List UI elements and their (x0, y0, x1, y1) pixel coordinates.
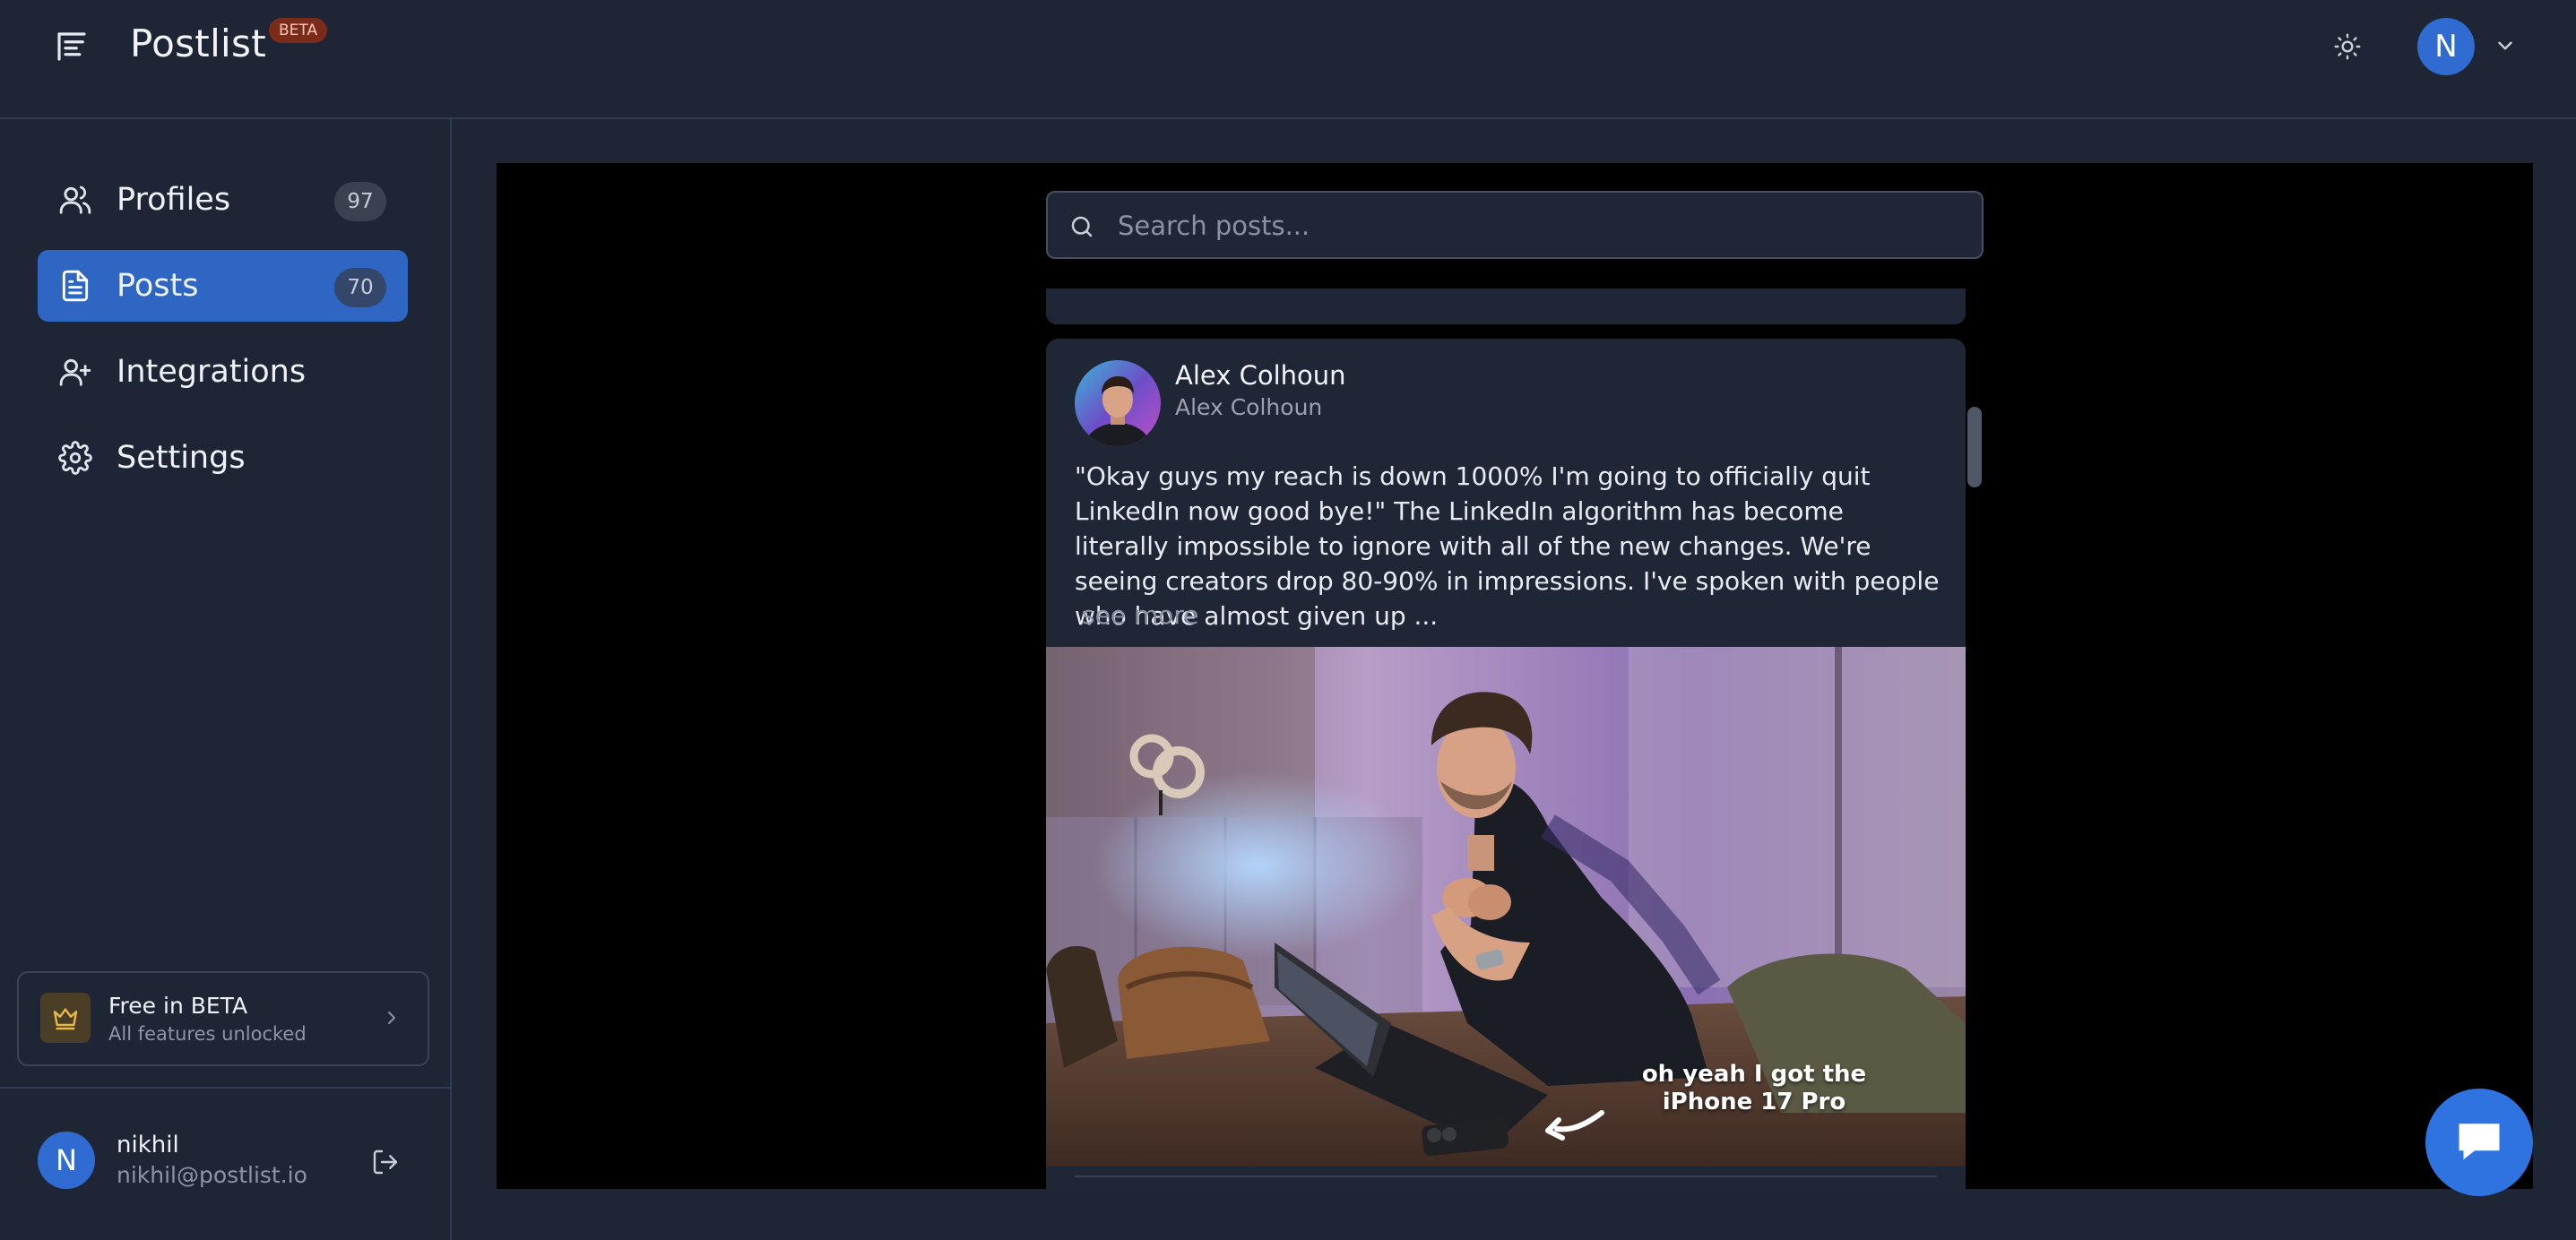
beta-plan-subtitle: All features unlocked (108, 1023, 307, 1045)
search-bar (1046, 191, 1984, 259)
sidebar-item-posts[interactable]: Posts 70 (38, 250, 408, 322)
app-title: Postlist (130, 22, 266, 65)
image-overlay-text: oh yeah I got the iPhone 17 Pro (1620, 1061, 1889, 1116)
sidebar-item-label: Profiles (117, 182, 231, 218)
gear-icon (57, 440, 93, 476)
chevron-right-icon (379, 1005, 404, 1030)
user-name: nikhil (117, 1132, 179, 1158)
document-icon (57, 268, 93, 304)
feed-scrollbar[interactable] (1967, 407, 1982, 487)
user-avatar[interactable]: N (2417, 18, 2475, 75)
user-plus-icon (57, 354, 93, 390)
top-bar: Postlist BETA N (0, 0, 2576, 119)
chat-button[interactable] (2425, 1089, 2533, 1196)
count-badge: 97 (334, 182, 386, 221)
posts-feed: Alex Colhoun Alex Colhoun "Okay guys my … (497, 163, 2533, 1189)
avatar: N (38, 1132, 95, 1189)
sidebar-item-label: Posts (117, 268, 199, 304)
count-badge: 70 (334, 268, 386, 307)
see-more-link[interactable]: see more (1082, 600, 1198, 630)
sidebar-item-integrations[interactable]: Integrations (38, 336, 408, 408)
sidebar-item-label: Settings (117, 440, 246, 476)
beta-plan-title: Free in BETA (108, 993, 248, 1019)
author-handle: Alex Colhoun (1175, 394, 1323, 420)
divider (0, 1087, 452, 1089)
divider (1075, 1175, 1937, 1177)
menu-icon[interactable] (50, 25, 93, 68)
image-caption-line: oh yeah I got the (1641, 1061, 1867, 1088)
crown-icon (40, 993, 91, 1043)
sidebar-item-label: Integrations (117, 354, 307, 390)
search-icon (1066, 211, 1098, 243)
sidebar: Profiles 97 Posts 70 Integrations Settin… (0, 119, 452, 1240)
post-card[interactable]: Alex Colhoun Alex Colhoun "Okay guys my … (1046, 339, 1966, 1189)
search-input[interactable] (1118, 205, 1960, 246)
users-icon (57, 182, 93, 218)
sidebar-item-profiles[interactable]: Profiles 97 (38, 164, 408, 236)
user-email: nikhil@postlist.io (117, 1162, 307, 1188)
sun-icon[interactable] (2327, 26, 2368, 67)
sidebar-item-settings[interactable]: Settings (38, 422, 408, 494)
author-name[interactable]: Alex Colhoun (1175, 360, 1346, 391)
chat-icon (2452, 1114, 2506, 1171)
post-body: "Okay guys my reach is down 1000% I'm go… (1075, 461, 1940, 631)
beta-badge: BETA (269, 18, 328, 43)
previous-post-card (1046, 288, 1966, 324)
image-caption-line: iPhone 17 Pro (1662, 1089, 1846, 1115)
beta-plan-card[interactable]: Free in BETA All features unlocked (17, 971, 429, 1066)
author-avatar[interactable] (1075, 360, 1161, 446)
chevron-down-icon[interactable] (2492, 32, 2519, 59)
post-image[interactable]: oh yeah I got the iPhone 17 Pro (1046, 647, 1966, 1167)
logout-icon[interactable] (367, 1144, 403, 1180)
